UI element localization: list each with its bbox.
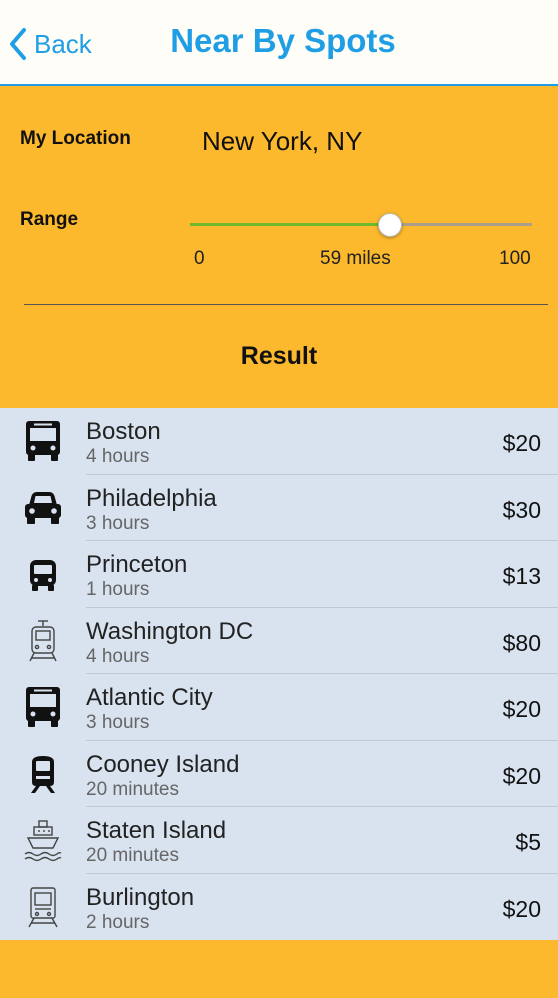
result-row[interactable]: Princeton 1 hours $13 [0,541,558,608]
slider-thumb[interactable] [377,213,402,237]
travel-duration: 3 hours [86,512,150,534]
destination-name: Washington DC [86,617,254,645]
location-value[interactable]: New York, NY [202,126,362,157]
trip-price: $30 [502,496,541,523]
trip-price: $20 [502,762,541,789]
divider [24,304,548,305]
destination-name: Boston [86,418,161,445]
slider-track-filled [190,223,390,226]
trip-price: $20 [502,895,541,922]
destination-name: Burlington [86,883,195,911]
nav-bar: Back Near By Spots [0,0,558,86]
travel-duration: 3 hours [86,712,150,733]
result-row[interactable]: Boston 4 hours $20 [0,408,558,475]
result-list: Boston 4 hours $20 Philadelphia 3 hours $30 Pr… [0,408,558,940]
result-row[interactable]: Atlantic City 3 hours $20 [0,674,558,741]
trip-price: $13 [502,563,541,589]
slider-track-remaining [389,223,532,226]
trip-price: $5 [515,829,541,855]
train-icon [22,752,64,796]
destination-name: Cooney Island [86,750,240,778]
destination-name: Atlantic City [86,684,213,711]
result-row[interactable]: Philadelphia 3 hours $30 [0,475,558,541]
destination-name: Philadelphia [86,484,217,512]
train-outline-icon [22,885,64,929]
result-row[interactable]: Washington DC 4 hours $80 [0,608,558,674]
result-heading: Result [240,342,318,370]
range-label: Range [20,209,79,230]
tram-outline-icon [22,619,64,663]
trip-price: $80 [502,629,541,656]
footer-bar [0,940,558,998]
bus-icon [22,685,64,729]
range-slider[interactable] [190,213,532,237]
location-label: My Location [20,128,131,149]
travel-duration: 4 hours [86,645,150,667]
destination-name: Princeton [86,551,188,578]
page-title: Near By Spots [170,22,396,59]
bus-front-icon [22,552,64,596]
travel-duration: 20 minutes [86,778,179,800]
range-max-label: 100 [499,248,531,269]
trip-price: $20 [502,430,541,456]
range-min-label: 0 [194,248,205,269]
travel-duration: 1 hours [86,579,150,600]
trip-price: $20 [502,696,541,722]
filter-panel: My Location New York, NY Range 0 59 mile… [0,86,558,408]
travel-duration: 2 hours [86,911,150,933]
result-row[interactable]: Burlington 2 hours $20 [0,874,558,941]
travel-duration: 20 minutes [86,845,179,866]
range-value-label: 59 miles [320,248,391,269]
car-icon [22,486,64,530]
travel-duration: 4 hours [86,446,150,467]
destination-name: Staten Island [86,817,227,844]
result-row[interactable]: Cooney Island 20 minutes $20 [0,741,558,807]
ferry-icon [22,818,64,862]
result-row[interactable]: Staten Island 20 minutes $5 [0,807,558,874]
bus-icon [22,419,64,463]
